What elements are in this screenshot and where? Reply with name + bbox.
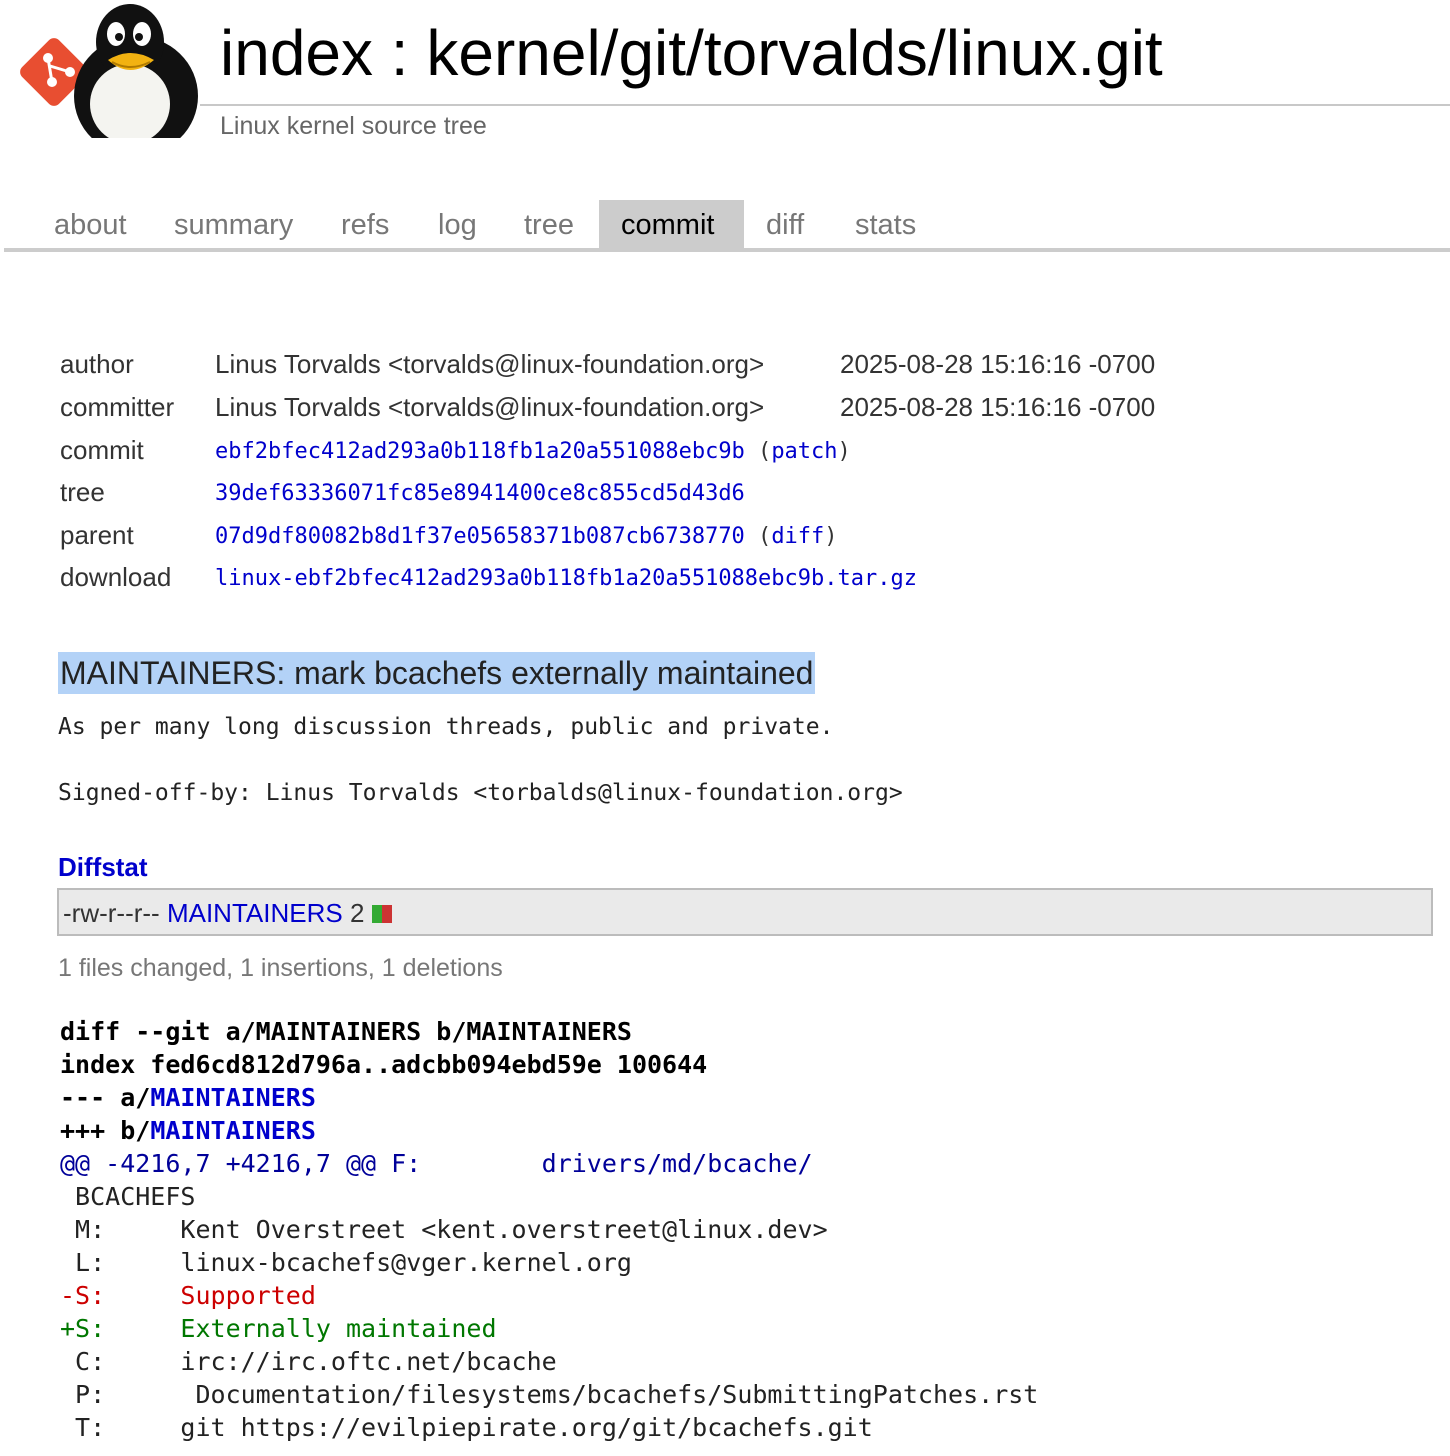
diffstat-table: -rw-r--r-- MAINTAINERS 2 xyxy=(57,888,1433,936)
diffstat-file-link[interactable]: MAINTAINERS xyxy=(167,898,343,928)
commit-label: commit xyxy=(60,435,144,465)
tree-hash-link[interactable]: 39def63336071fc85e8941400ce8c855cd5d43d6 xyxy=(215,481,745,506)
diff-context-line: P: Documentation/filesystems/bcachefs/Su… xyxy=(60,1380,1039,1409)
commit-body: As per many long discussion threads, pub… xyxy=(58,714,834,740)
old-file-link[interactable]: MAINTAINERS xyxy=(150,1083,316,1112)
tab-log[interactable]: log xyxy=(416,200,499,248)
diffstat-header-link[interactable]: Diffstat xyxy=(58,852,148,883)
parent-label: parent xyxy=(60,520,134,550)
patch-link[interactable]: patch xyxy=(771,439,837,464)
author-label: author xyxy=(60,349,134,379)
tab-tree[interactable]: tree xyxy=(502,200,596,248)
tab-about[interactable]: about xyxy=(32,200,149,248)
file-mode: -rw-r--r-- xyxy=(63,898,160,928)
cgit-tux-logo[interactable] xyxy=(8,0,198,156)
hunk-header: @@ -4216,7 +4216,7 @@ F: drivers/md/bcac… xyxy=(60,1149,813,1178)
commit-subject: MAINTAINERS: mark bcachefs externally ma… xyxy=(58,652,816,694)
tree-hash-group: 39def63336071fc85e8941400ce8c855cd5d43d6 xyxy=(215,481,745,506)
parent-hash-link[interactable]: 07d9df80082b8d1f37e05658371b087cb6738770 xyxy=(215,524,745,549)
header-divider xyxy=(200,104,1450,106)
tux-git-icon xyxy=(8,4,198,156)
diff-context-line: M: Kent Overstreet <kent.overstreet@linu… xyxy=(60,1215,828,1244)
download-group: linux-ebf2bfec412ad293a0b118fb1a20a55108… xyxy=(215,566,917,591)
diff-plus-line: +++ b/MAINTAINERS xyxy=(60,1114,316,1147)
diff-minus-line: --- a/MAINTAINERS xyxy=(60,1081,316,1114)
diff-context-line: BCACHEFS xyxy=(60,1182,196,1211)
committer-label: committer xyxy=(60,392,175,422)
diff-context-line: L: linux-bcachefs@vger.kernel.org xyxy=(60,1248,632,1277)
deletions-bar xyxy=(381,905,392,923)
tab-diff[interactable]: diff xyxy=(744,200,826,248)
tree-label: tree xyxy=(60,477,105,507)
author-date: 2025-08-28 15:16:16 -0700 xyxy=(840,349,1156,379)
minus-prefix: --- a/ xyxy=(60,1083,151,1112)
committer-name: Linus Torvalds <torvalds@linux-foundatio… xyxy=(215,392,765,422)
insertions-bar xyxy=(371,905,382,923)
tab-stats[interactable]: stats xyxy=(833,200,938,248)
repo-description: Linux kernel source tree xyxy=(220,112,487,140)
diffstat-bar xyxy=(371,898,392,928)
committer-date: 2025-08-28 15:16:16 -0700 xyxy=(840,392,1156,422)
diff-header-line: diff --git a/MAINTAINERS b/MAINTAINERS xyxy=(60,1017,632,1046)
commit-hash-group: ebf2bfec412ad293a0b118fb1a20a551088ebc9b… xyxy=(215,439,851,464)
parent-diff-link[interactable]: diff xyxy=(771,524,824,549)
new-file-link[interactable]: MAINTAINERS xyxy=(150,1116,316,1145)
parent-hash-group: 07d9df80082b8d1f37e05658371b087cb6738770… xyxy=(215,524,838,549)
tab-bar: about summary refs log tree commit diff … xyxy=(4,200,1450,252)
tab-summary[interactable]: summary xyxy=(152,200,315,248)
download-label: download xyxy=(60,562,172,592)
tab-commit[interactable]: commit xyxy=(599,200,744,248)
diff-added-line: +S: Externally maintained xyxy=(60,1314,497,1343)
download-tarball-link[interactable]: linux-ebf2bfec412ad293a0b118fb1a20a55108… xyxy=(215,566,917,591)
diff-context-line: T: git https://evilpiepirate.org/git/bca… xyxy=(60,1413,873,1442)
repo-title: index : kernel/git/torvalds/linux.git xyxy=(220,17,1163,89)
author-name: Linus Torvalds <torvalds@linux-foundatio… xyxy=(215,349,765,379)
diff-context-line: C: irc://irc.oftc.net/bcache xyxy=(60,1347,557,1376)
diffstat-summary: 1 files changed, 1 insertions, 1 deletio… xyxy=(58,954,503,982)
plus-prefix: +++ b/ xyxy=(60,1116,151,1145)
commit-hash-link[interactable]: ebf2bfec412ad293a0b118fb1a20a551088ebc9b xyxy=(215,439,745,464)
diff-removed-line: -S: Supported xyxy=(60,1281,316,1310)
tab-refs[interactable]: refs xyxy=(319,200,411,248)
commit-signoff: Signed-off-by: Linus Torvalds <torbalds@… xyxy=(58,780,903,806)
diffstat-change-count: 2 xyxy=(349,898,365,928)
diff-index-line: index fed6cd812d796a..adcbb094ebd59e 100… xyxy=(60,1050,708,1079)
